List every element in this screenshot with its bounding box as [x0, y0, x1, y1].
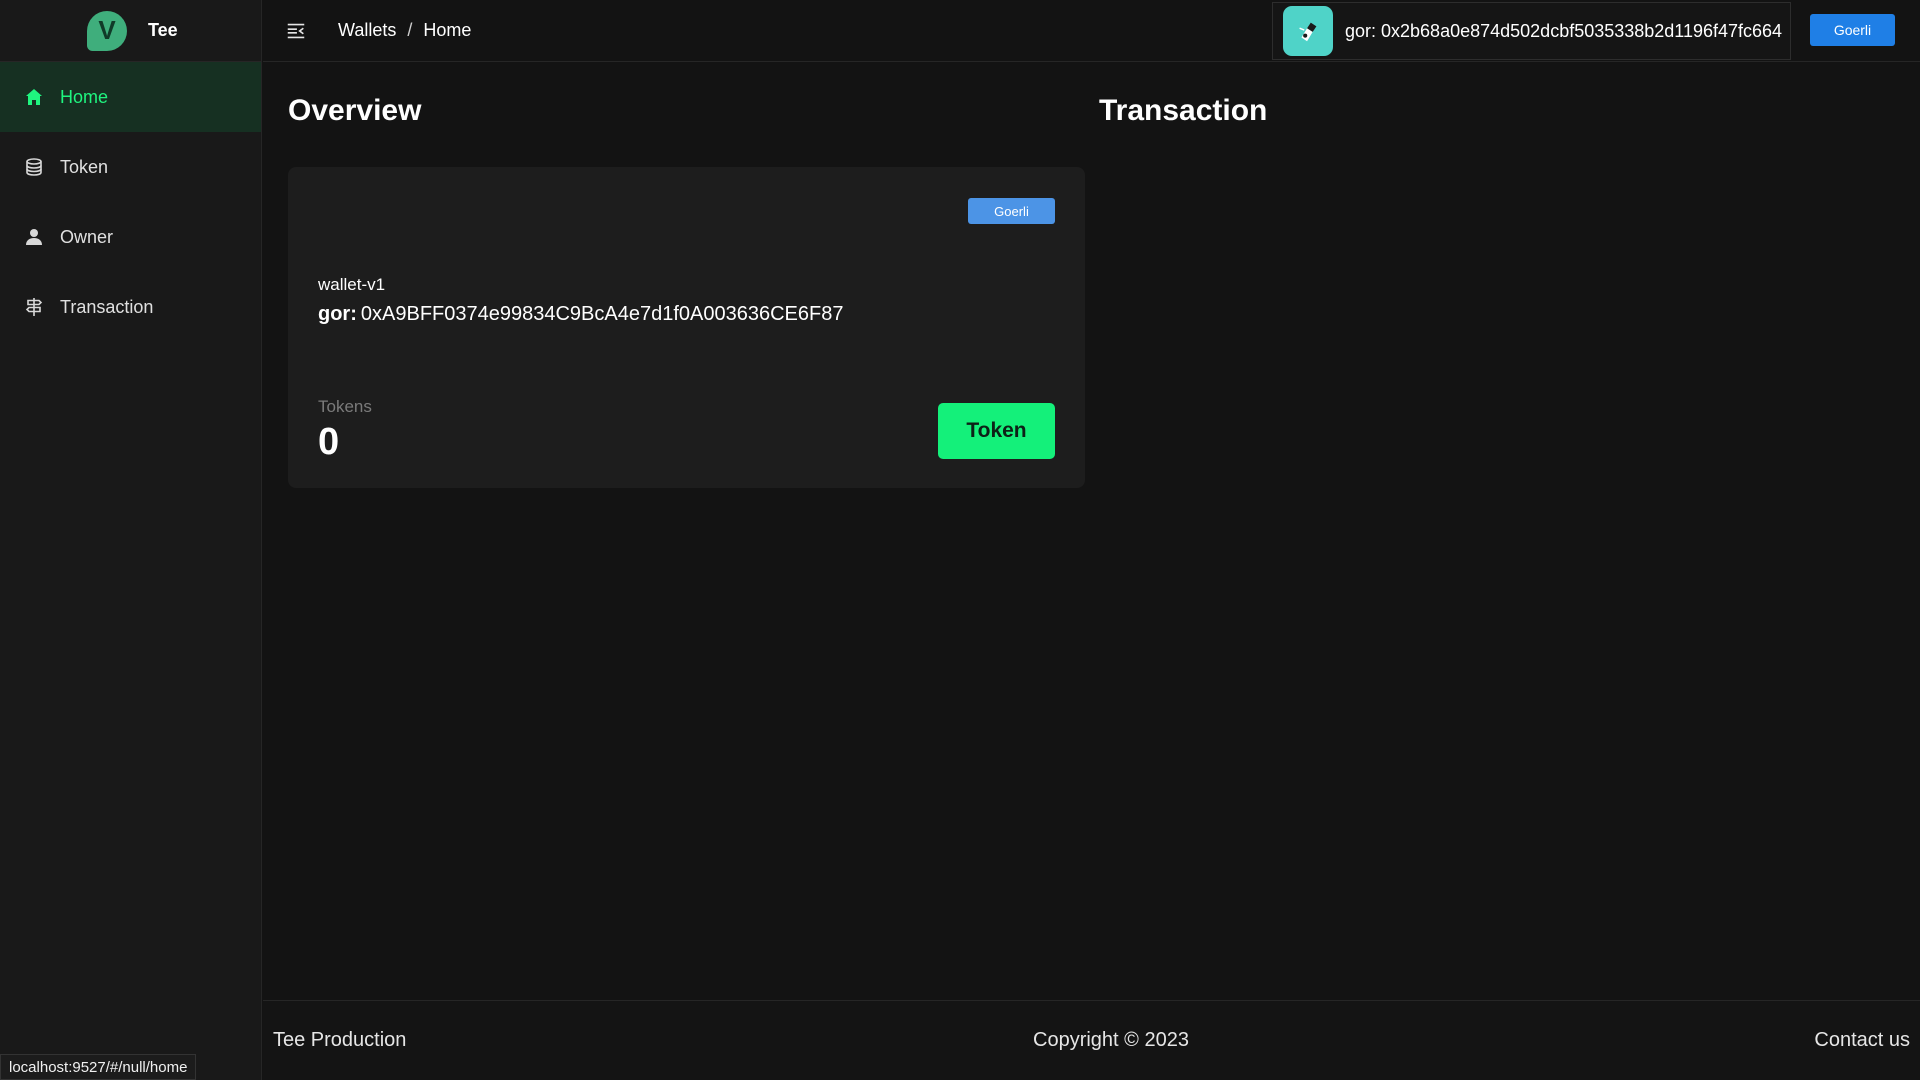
footer-copyright: Copyright © 2023 [1033, 1029, 1189, 1051]
footer-production: Tee Production [273, 1029, 407, 1051]
tokens-label: Tokens [318, 397, 372, 416]
sidebar: V Tee Home Token Owner Transaction [0, 0, 262, 1080]
wallet-name: wallet-v1 [318, 275, 386, 294]
overview-title: Overview [288, 94, 422, 127]
breadcrumb-separator: / [407, 20, 413, 40]
status-bar-url: localhost:9527/#/null/home [0, 1054, 197, 1080]
top-header: Wallets / Home gor: 0x2b68a0e874d502dcbf… [263, 0, 1920, 62]
sidebar-item-label: Home [60, 86, 109, 107]
menu-toggle-icon[interactable] [283, 18, 309, 44]
wallet-address-prefix: gor: [318, 303, 357, 325]
wallet-address: gor: 0xA9BFF0374e99834C9BcA4e7d1f0A003636… [318, 303, 843, 326]
brand-name: Tee [148, 20, 178, 40]
avatar [1283, 6, 1333, 56]
network-button[interactable]: Goerli [1810, 14, 1895, 46]
sidebar-item-label: Transaction [60, 296, 154, 317]
tokens-count: 0 [318, 421, 340, 463]
account-address: gor: 0x2b68a0e874d502dcbf5035338b2d1196f… [1345, 20, 1783, 41]
database-icon [24, 157, 44, 177]
transaction-title: Transaction [1099, 94, 1268, 127]
sidebar-item-transaction[interactable]: Transaction [0, 272, 261, 342]
sidebar-item-owner[interactable]: Owner [0, 202, 261, 272]
user-icon [24, 227, 44, 247]
sidebar-item-home[interactable]: Home [0, 62, 261, 132]
breadcrumb-item-home: Home [423, 20, 472, 40]
footer-contact-link[interactable]: Contact us [1814, 1029, 1910, 1052]
brand[interactable]: V Tee [0, 0, 261, 62]
sidebar-item-label: Token [60, 156, 109, 177]
breadcrumb: Wallets / Home [338, 20, 471, 41]
breadcrumb-item-wallets[interactable]: Wallets [338, 20, 396, 41]
footer: Tee Production Copyright © 2023 Contact … [263, 1000, 1920, 1080]
sidebar-item-label: Owner [60, 226, 114, 247]
sidebar-nav: Home Token Owner Transaction [0, 62, 261, 342]
account-info[interactable]: gor: 0x2b68a0e874d502dcbf5035338b2d1196f… [1272, 2, 1791, 60]
signpost-icon [24, 297, 44, 317]
network-chip: Goerli [968, 198, 1055, 224]
home-icon [24, 87, 44, 107]
app-root: V Tee Home Token Owner Transaction Walle… [0, 0, 1920, 1080]
sidebar-item-token[interactable]: Token [0, 132, 261, 202]
wallet-address-value: 0xA9BFF0374e99834C9BcA4e7d1f0A003636CE6F… [360, 303, 844, 325]
wallet-card: Goerli wallet-v1 gor: 0xA9BFF0374e99834C9… [288, 167, 1085, 488]
brand-logo: V [87, 10, 127, 51]
token-button[interactable]: Token [938, 403, 1055, 459]
brand-logo-letter: V [98, 15, 116, 45]
